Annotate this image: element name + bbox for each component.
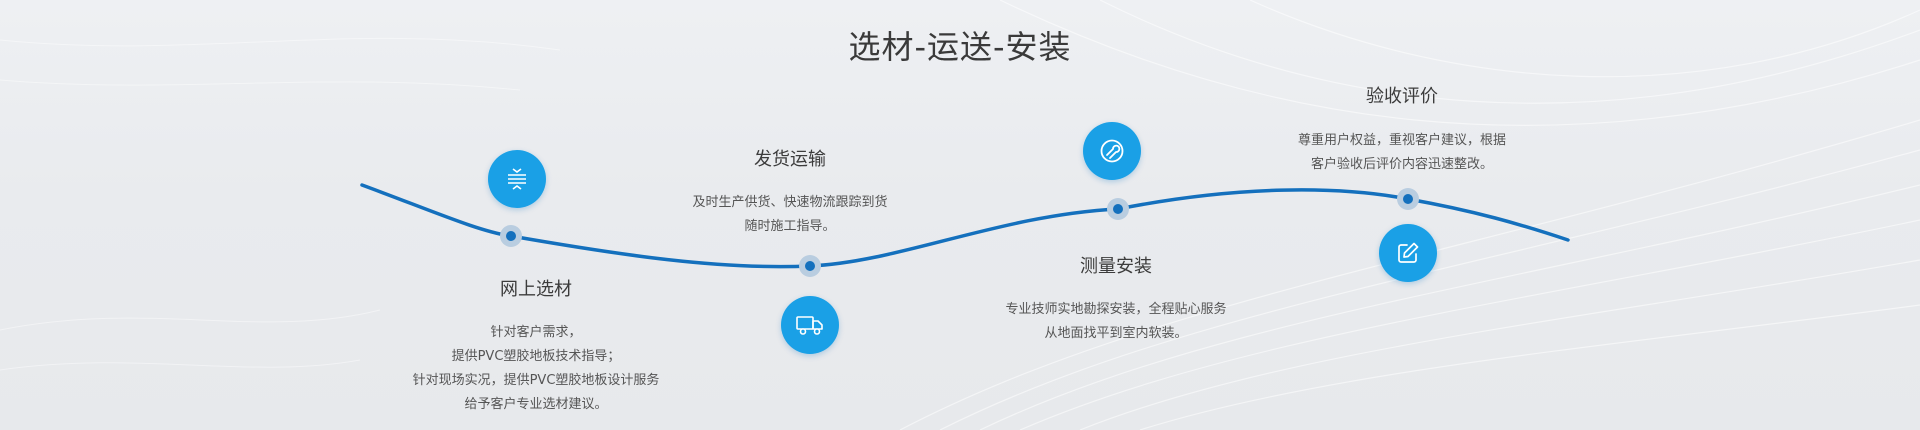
step-4-desc-line: 客户验收后评价内容迅速整改。 [1310,157,1493,172]
step-2-icon-button[interactable] [781,296,839,354]
step-3-icon-button[interactable] [1083,122,1141,180]
edit-icon [1398,242,1419,263]
step-1-desc-line: 给予客户专业选材建议。 [464,397,608,412]
step-4-desc-line: 尊重用户权益，重视客户建议，根据 [1297,133,1506,148]
step-1-desc-line: 针对现场实况，提供PVC塑胶地板设计服务 [412,373,660,388]
step-1-desc-line: 提供PVC塑胶地板技术指导； [451,349,621,364]
timeline-node-1 [500,225,522,247]
step-4-description: 尊重用户权益，重视客户建议，根据 客户验收后评价内容迅速整改。 [1252,129,1552,177]
step-3-desc-line: 从地面找平到室内软装。 [1044,326,1188,341]
step-2-description: 及时生产供货、快速物流跟踪到货 随时施工指导。 [640,191,940,239]
timeline-node-3 [1107,198,1129,220]
step-2-desc-line: 随时施工指导。 [744,219,836,234]
timeline-node-4 [1397,188,1419,210]
step-1-icon-button[interactable] [488,150,546,208]
step-3-desc-line: 专业技师实地勘探安装，全程贴心服务 [1005,302,1227,317]
step-3-title: 测量安装 [1080,256,1152,277]
step-2-title: 发货运输 [754,149,826,170]
wrench-icon [1100,139,1124,163]
truck-icon [796,316,823,335]
step-1-title: 网上选材 [500,279,572,300]
step-3-description: 专业技师实地勘探安装，全程贴心服务 从地面找平到室内软装。 [941,298,1291,346]
timeline-node-2 [799,255,821,277]
step-4-icon-button[interactable] [1379,224,1437,282]
step-4-title: 验收评价 [1366,86,1438,107]
layers-icon [508,168,526,190]
step-2-desc-line: 及时生产供货、快速物流跟踪到货 [692,195,888,210]
process-timeline-curve [360,183,1570,277]
step-1-description: 针对客户需求， 提供PVC塑胶地板技术指导； 针对现场实况，提供PVC塑胶地板设… [386,321,686,417]
step-1-desc-line: 针对客户需求， [490,325,582,340]
